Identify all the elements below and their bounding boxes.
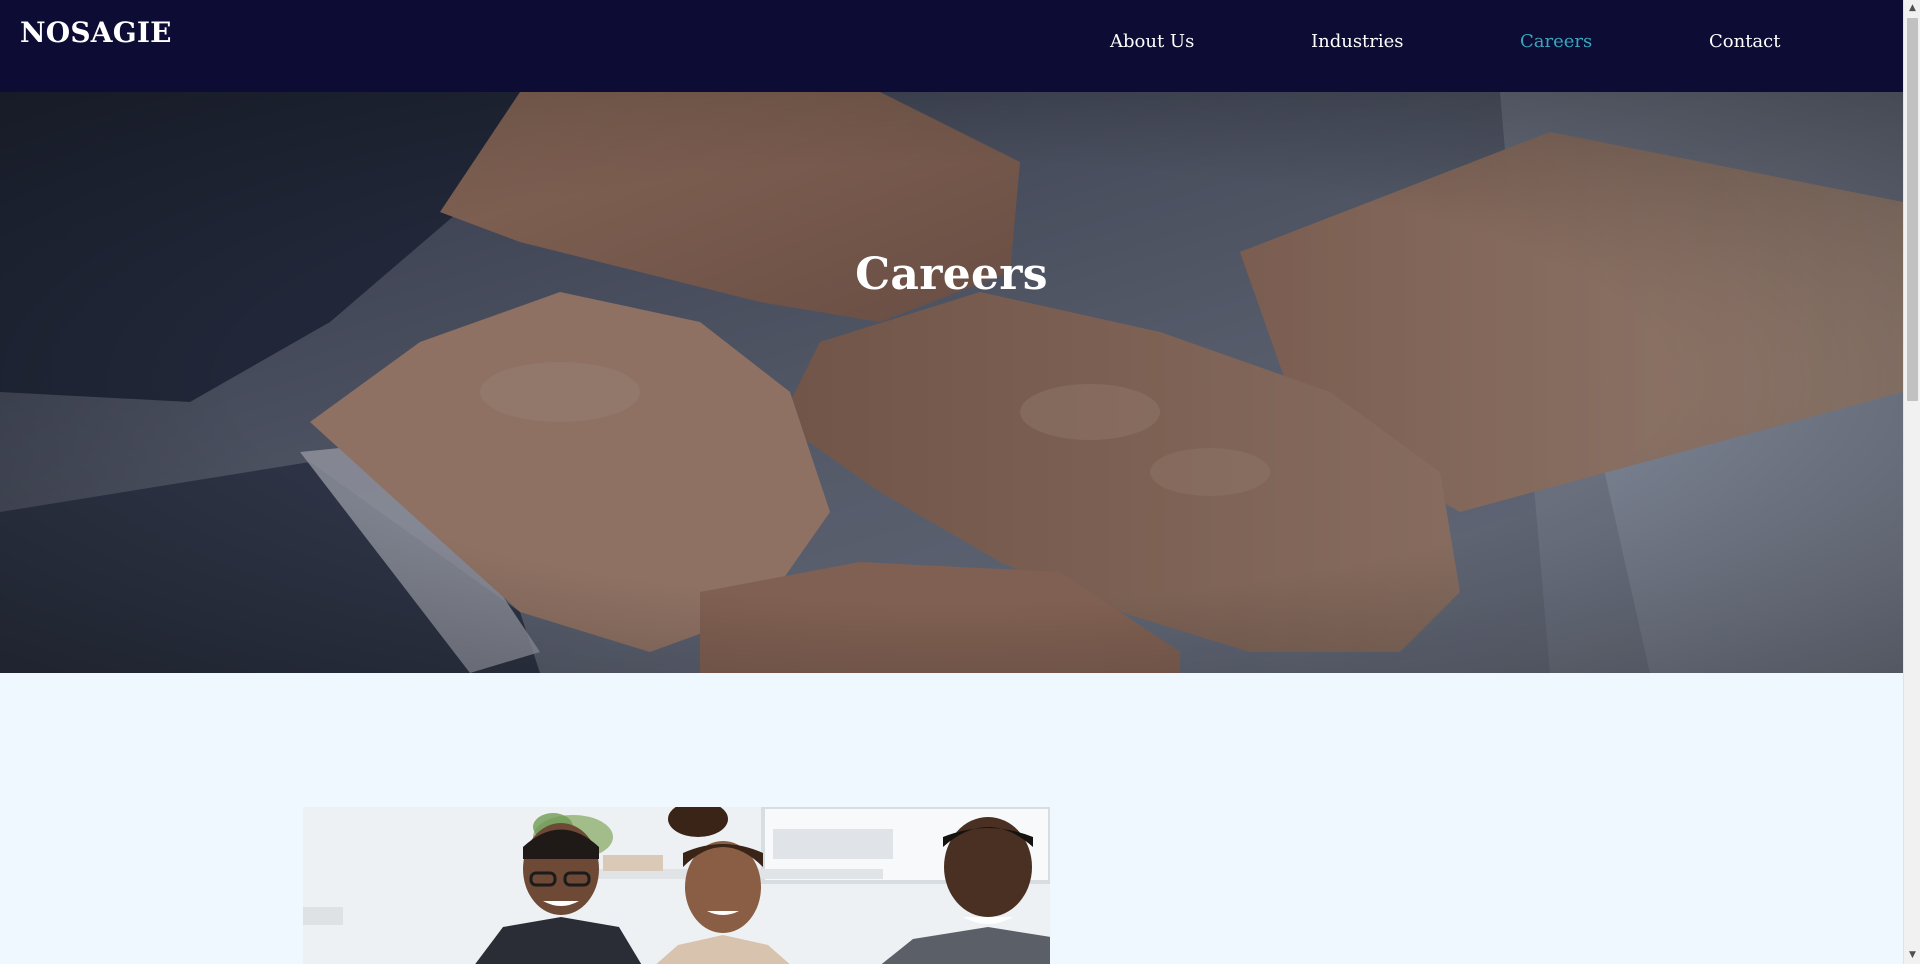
vertical-scrollbar[interactable]: ▲ ▼	[1903, 0, 1920, 964]
site-header: NOSAGIE About Us Industries Careers Cont…	[0, 0, 1903, 92]
nav-link-industries[interactable]: Industries	[1311, 30, 1404, 54]
nav-link-contact[interactable]: Contact	[1709, 30, 1780, 54]
nav-link-careers[interactable]: Careers	[1520, 30, 1592, 54]
main-nav: About Us Industries Careers Contact	[0, 30, 1903, 60]
nav-link-about-us[interactable]: About Us	[1110, 30, 1194, 54]
page: NOSAGIE About Us Industries Careers Cont…	[0, 0, 1920, 964]
hero-background-image	[0, 92, 1903, 673]
team-photo	[303, 807, 1050, 964]
scrollbar-thumb[interactable]	[1907, 18, 1918, 401]
team-image	[303, 807, 1050, 964]
content-section	[0, 673, 1903, 964]
scroll-down-arrow-icon[interactable]: ▼	[1904, 947, 1920, 964]
hero-banner: Careers	[0, 92, 1903, 673]
page-title: Careers	[855, 249, 1048, 301]
scroll-up-arrow-icon[interactable]: ▲	[1904, 0, 1920, 17]
